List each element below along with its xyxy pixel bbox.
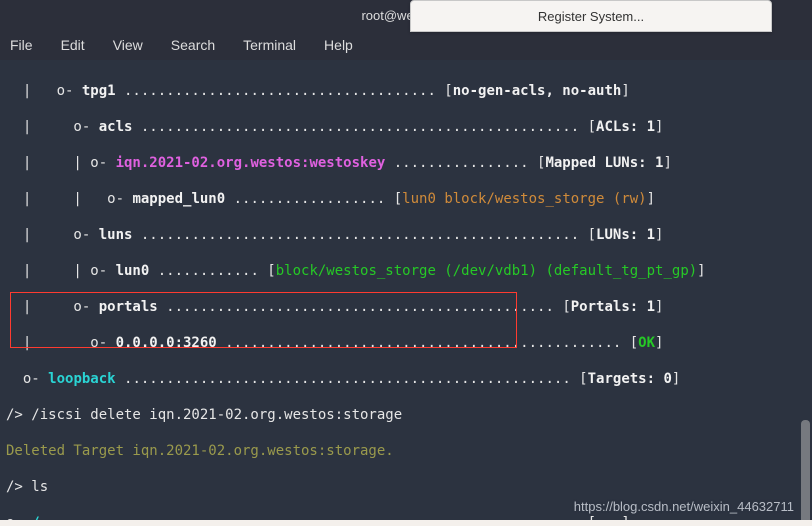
terminal-line: | o- acls ..............................… [6, 118, 806, 136]
menu-file[interactable]: File [10, 37, 33, 53]
terminal-line: o- loopback ............................… [6, 370, 806, 388]
terminal-line: | | o- lun0 ............ [block/westos_s… [6, 262, 806, 280]
terminal-line: | o- luns ..............................… [6, 226, 806, 244]
terminal[interactable]: | o- tpg1 ..............................… [0, 60, 812, 520]
terminal-line: Deleted Target iqn.2021-02.org.westos:st… [6, 442, 806, 460]
menu-terminal[interactable]: Terminal [243, 37, 296, 53]
terminal-line: | o- portals ...........................… [6, 298, 806, 316]
menu-edit[interactable]: Edit [61, 37, 85, 53]
terminal-line: | | o- iqn.2021-02.org.westos:westoskey … [6, 154, 806, 172]
terminal-line: /> /iscsi delete iqn.2021-02.org.westos:… [6, 406, 806, 424]
scrollbar-thumb[interactable] [801, 420, 810, 520]
terminal-line: /> ls [6, 478, 806, 496]
menu-view[interactable]: View [113, 37, 143, 53]
register-dialog-title: Register System... [538, 9, 644, 24]
menu-search[interactable]: Search [171, 37, 215, 53]
register-dialog[interactable]: Register System... [410, 0, 772, 32]
menubar: File Edit View Search Terminal Help [0, 30, 812, 60]
menu-help[interactable]: Help [324, 37, 353, 53]
terminal-line: | o- 0.0.0.0:3260 ......................… [6, 334, 806, 352]
terminal-line: | o- tpg1 ..............................… [6, 82, 806, 100]
terminal-line: | | o- mapped_lun0 .................. [l… [6, 190, 806, 208]
watermark: https://blog.csdn.net/weixin_44632711 [574, 498, 794, 516]
